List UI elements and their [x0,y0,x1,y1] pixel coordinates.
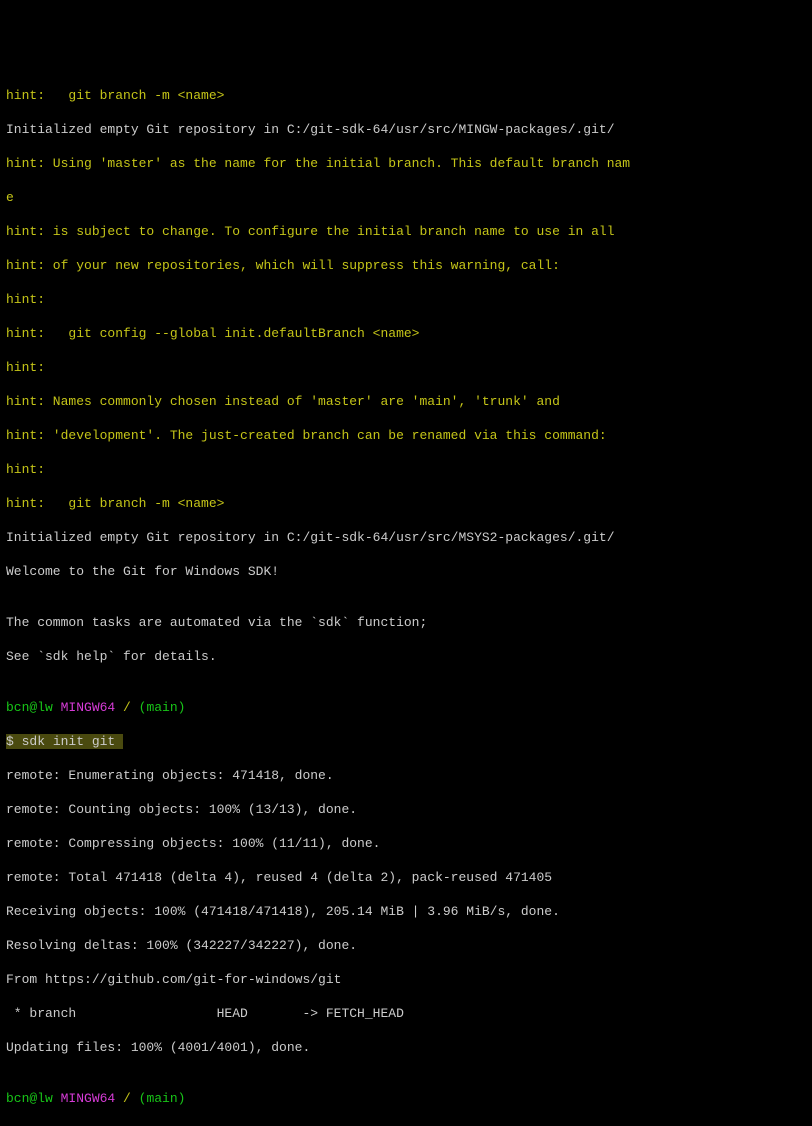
hint-line: hint: [6,461,806,478]
hint-line: hint: [6,291,806,308]
prompt-branch: (main) [131,1091,186,1106]
prompt-space [53,1091,61,1106]
prompt-line: bcn@lw MINGW64 / (main) [6,699,806,716]
prompt-branch: (main) [131,700,186,715]
hint-line: hint: Names commonly chosen instead of '… [6,393,806,410]
prompt-user: bcn@lw [6,1091,53,1106]
prompt-env: MINGW64 [61,700,116,715]
hint-line: e [6,189,806,206]
prompt-path: / [115,700,131,715]
output-line: remote: Total 471418 (delta 4), reused 4… [6,869,806,886]
hint-line: hint: Using 'master' as the name for the… [6,155,806,172]
hint-line: hint: git branch -m <name> [6,87,806,104]
hint-line: hint: is subject to change. To configure… [6,223,806,240]
output-line: remote: Enumerating objects: 471418, don… [6,767,806,784]
hint-line: hint: git branch -m <name> [6,495,806,512]
output-line: From https://github.com/git-for-windows/… [6,971,806,988]
output-line: remote: Counting objects: 100% (13/13), … [6,801,806,818]
hint-line: hint: git config --global init.defaultBr… [6,325,806,342]
hint-line: hint: [6,359,806,376]
hint-line: hint: of your new repositories, which wi… [6,257,806,274]
prompt-path: / [115,1091,131,1106]
hint-line: hint: 'development'. The just-created br… [6,427,806,444]
output-line: remote: Compressing objects: 100% (11/11… [6,835,806,852]
prompt-dollar: $ [6,734,22,749]
output-line: Receiving objects: 100% (471418/471418),… [6,903,806,920]
output-line: Initialized empty Git repository in C:/g… [6,121,806,138]
output-line: See `sdk help` for details. [6,648,806,665]
typed-command: sdk init git [22,734,123,749]
output-line: Updating files: 100% (4001/4001), done. [6,1039,806,1056]
command-line[interactable]: $ sdk init git [6,733,806,750]
output-line: The common tasks are automated via the `… [6,614,806,631]
terminal-output: hint: git branch -m <name> Initialized e… [6,70,806,1126]
output-line: Welcome to the Git for Windows SDK! [6,563,806,580]
prompt-user: bcn@lw [6,700,53,715]
prompt-env: MINGW64 [61,1091,116,1106]
output-line: Initialized empty Git repository in C:/g… [6,529,806,546]
prompt-dollar: $ [6,1125,22,1126]
command-line[interactable]: $ [6,1124,806,1126]
output-line: * branch HEAD -> FETCH_HEAD [6,1005,806,1022]
prompt-space [53,700,61,715]
output-line: Resolving deltas: 100% (342227/342227), … [6,937,806,954]
prompt-line: bcn@lw MINGW64 / (main) [6,1090,806,1107]
